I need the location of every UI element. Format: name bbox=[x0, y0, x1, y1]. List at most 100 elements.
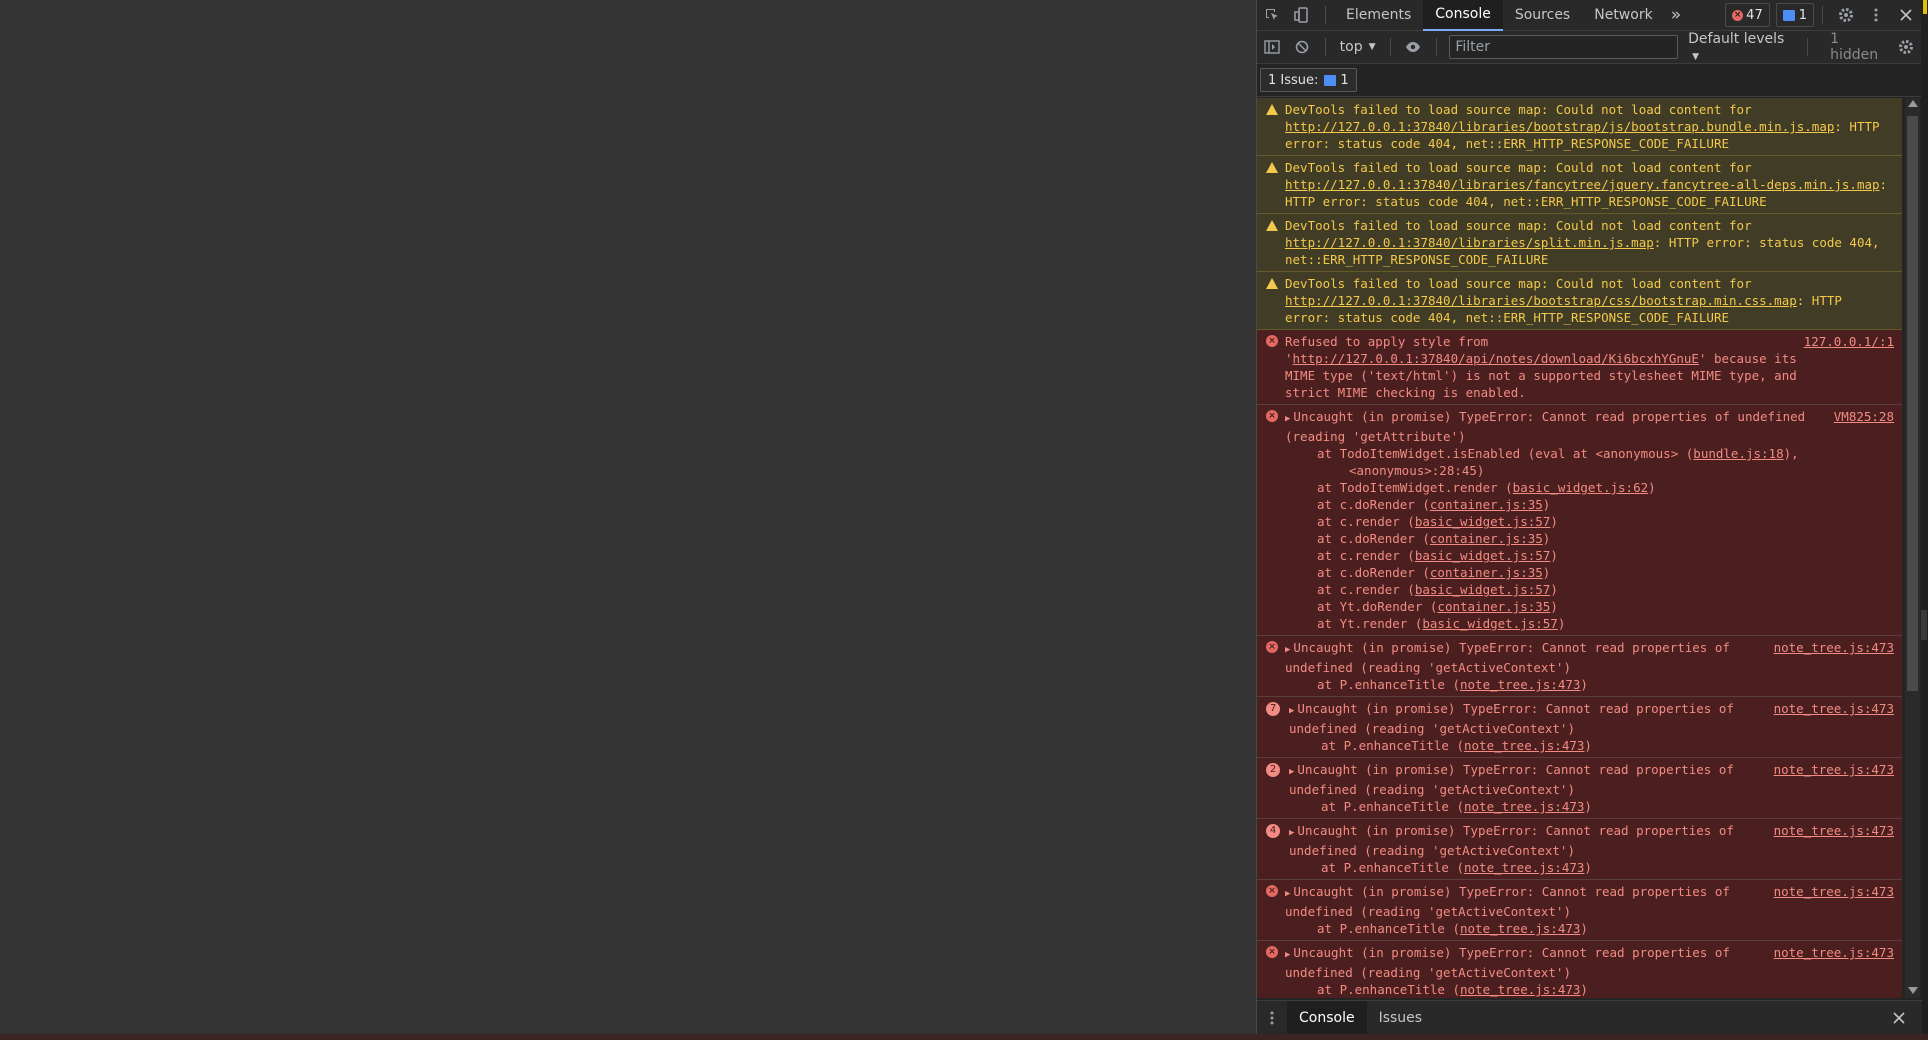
filter-input[interactable]: Filter bbox=[1449, 35, 1679, 59]
drawer-menu-icon[interactable] bbox=[1257, 1003, 1287, 1033]
expand-triangle-icon[interactable]: ▶ bbox=[1285, 645, 1290, 655]
console-message-error: × note_tree.js:473 ▶ Uncaught (in promise) … bbox=[1257, 941, 1902, 998]
expand-triangle-icon[interactable]: ▶ bbox=[1289, 767, 1294, 777]
stack-frame-link[interactable]: basic_widget.js:57 bbox=[1415, 514, 1550, 529]
expand-triangle-icon[interactable]: ▶ bbox=[1289, 828, 1294, 838]
message-link[interactable]: http://127.0.0.1:37840/libraries/bootstr… bbox=[1285, 293, 1797, 308]
clear-console-icon[interactable] bbox=[1287, 32, 1317, 62]
devtools-panel: Elements Console Sources Network » × 47 … bbox=[1256, 0, 1922, 1034]
stack-frame-link[interactable]: note_tree.js:473 bbox=[1464, 860, 1584, 875]
stack-frame-link[interactable]: container.js:35 bbox=[1430, 497, 1543, 512]
message-source-link[interactable]: 127.0.0.1/:1 bbox=[1804, 333, 1894, 350]
console-message-error: 4 note_tree.js:473 ▶ Uncaught (in promise) … bbox=[1257, 819, 1902, 880]
stack-frame-link[interactable]: container.js:35 bbox=[1430, 565, 1543, 580]
inspect-element-icon[interactable] bbox=[1257, 0, 1287, 30]
message-source-link[interactable]: note_tree.js:473 bbox=[1774, 822, 1894, 839]
close-drawer-icon[interactable] bbox=[1884, 1003, 1914, 1033]
drawer-tab-console[interactable]: Console bbox=[1287, 1001, 1367, 1034]
stack-frame-link[interactable]: note_tree.js:473 bbox=[1460, 982, 1580, 997]
scroll-up-arrow-icon[interactable] bbox=[1908, 100, 1918, 107]
message-link[interactable]: http://127.0.0.1:37840/libraries/bootstr… bbox=[1285, 119, 1834, 134]
message-link[interactable]: http://127.0.0.1:37840/api/notes/downloa… bbox=[1293, 351, 1699, 366]
stack-frame: at Yt.render (basic_widget.js:57) bbox=[1285, 615, 1822, 632]
close-devtools-icon[interactable] bbox=[1891, 0, 1921, 30]
stack-frame: at P.enhanceTitle (note_tree.js:473) bbox=[1289, 737, 1786, 754]
expand-triangle-icon[interactable]: ▶ bbox=[1289, 706, 1294, 716]
tree-error-list: × note_tree.js:473 ▶ Uncaught (in promise) … bbox=[1257, 636, 1902, 998]
issue-icon bbox=[1782, 9, 1795, 21]
screen: Elements Console Sources Network » × 47 … bbox=[0, 0, 1928, 1040]
stack-frame-link[interactable]: bundle.js:18 bbox=[1693, 446, 1783, 461]
stack-frame: at c.render (basic_widget.js:57) bbox=[1285, 547, 1822, 564]
console-message-error: 7 note_tree.js:473 ▶ Uncaught (in promise) … bbox=[1257, 697, 1902, 758]
warning-icon bbox=[1266, 277, 1278, 289]
error-count: 47 bbox=[1746, 7, 1763, 23]
hidden-count: 1 hidden bbox=[1830, 31, 1879, 63]
tab-elements[interactable]: Elements bbox=[1334, 0, 1423, 31]
expand-triangle-icon[interactable]: ▶ bbox=[1285, 950, 1290, 960]
stack-frame-link[interactable]: note_tree.js:473 bbox=[1464, 738, 1584, 753]
issue-count-badge[interactable]: 1 bbox=[1775, 3, 1814, 27]
stack-frame-link[interactable]: container.js:35 bbox=[1437, 599, 1550, 614]
message-source-link[interactable]: note_tree.js:473 bbox=[1774, 761, 1894, 778]
console-scrollbar[interactable] bbox=[1905, 98, 1920, 998]
taskbar-strip bbox=[0, 1034, 1928, 1040]
stack-frame-link[interactable]: note_tree.js:473 bbox=[1460, 921, 1580, 936]
scroll-thumb[interactable] bbox=[1907, 116, 1918, 691]
page-viewport[interactable] bbox=[0, 0, 1256, 1034]
message-source-link[interactable]: VM825:28 bbox=[1834, 408, 1894, 425]
message-text: Uncaught (in promise) TypeError: Cannot … bbox=[1289, 701, 1734, 736]
message-link[interactable]: http://127.0.0.1:37840/libraries/fancytr… bbox=[1285, 177, 1880, 192]
message-link[interactable]: http://127.0.0.1:37840/libraries/split.m… bbox=[1285, 235, 1654, 250]
message-source-link[interactable]: note_tree.js:473 bbox=[1774, 700, 1894, 717]
stack-frame: at c.render (basic_widget.js:57) bbox=[1285, 513, 1822, 530]
stack-frame-text: ) bbox=[1550, 582, 1558, 597]
stack-frame: at c.doRender (container.js:35) bbox=[1285, 564, 1822, 581]
error-icon: × bbox=[1266, 410, 1278, 422]
stack-frame: at P.enhanceTitle (note_tree.js:473) bbox=[1285, 981, 1786, 998]
message-text: Uncaught (in promise) TypeError: Cannot … bbox=[1289, 823, 1734, 858]
console-messages[interactable]: DevTools failed to load source map: Coul… bbox=[1257, 98, 1902, 998]
stack-frame-link[interactable]: basic_widget.js:57 bbox=[1415, 582, 1550, 597]
stack-frame-link[interactable]: basic_widget.js:57 bbox=[1422, 616, 1557, 631]
stack-frame: at P.enhanceTitle (note_tree.js:473) bbox=[1289, 798, 1786, 815]
message-source-link[interactable]: note_tree.js:473 bbox=[1774, 883, 1894, 900]
error-count-badge[interactable]: × 47 bbox=[1725, 3, 1770, 27]
expand-triangle-icon[interactable]: ▶ bbox=[1285, 889, 1290, 899]
live-expression-eye-icon[interactable] bbox=[1399, 32, 1429, 62]
error-icon: × bbox=[1266, 885, 1278, 897]
message-text: Uncaught (in promise) TypeError: Cannot … bbox=[1285, 884, 1730, 919]
stack-frame-text: at c.doRender ( bbox=[1317, 565, 1430, 580]
console-message-warning: DevTools failed to load source map: Coul… bbox=[1257, 156, 1902, 214]
tab-console[interactable]: Console bbox=[1423, 0, 1503, 31]
more-tabs-chevron-icon[interactable]: » bbox=[1665, 0, 1687, 31]
stack-frame-text: at P.enhanceTitle ( bbox=[1321, 738, 1464, 753]
tab-sources[interactable]: Sources bbox=[1503, 0, 1582, 31]
log-levels-dropdown[interactable]: Default levels ▼ bbox=[1688, 31, 1799, 63]
stack-frame-link[interactable]: basic_widget.js:62 bbox=[1513, 480, 1648, 495]
message-source-link[interactable]: note_tree.js:473 bbox=[1774, 639, 1894, 656]
stack-frame-text: ) bbox=[1648, 480, 1656, 495]
stack-frame-text: ) bbox=[1584, 799, 1592, 814]
console-toolbar: top ▼ Filter Default levels ▼ 1 hidden bbox=[1257, 31, 1921, 64]
stack-frame-link[interactable]: container.js:35 bbox=[1430, 531, 1543, 546]
message-source-link[interactable]: note_tree.js:473 bbox=[1774, 944, 1894, 961]
issues-button[interactable]: 1 Issue: 1 bbox=[1260, 68, 1357, 92]
context-selector[interactable]: top ▼ bbox=[1334, 39, 1382, 55]
issue-icon bbox=[1324, 74, 1337, 86]
scroll-down-arrow-icon[interactable] bbox=[1908, 987, 1918, 994]
drawer-tab-issues[interactable]: Issues bbox=[1367, 1001, 1435, 1034]
expand-triangle-icon[interactable]: ▶ bbox=[1285, 414, 1290, 424]
kebab-menu-icon[interactable] bbox=[1861, 0, 1891, 30]
repeat-count-badge: 7 bbox=[1266, 702, 1280, 716]
tab-network[interactable]: Network bbox=[1582, 0, 1664, 31]
sidebar-toggle-icon[interactable] bbox=[1257, 32, 1287, 62]
device-toggle-icon[interactable] bbox=[1287, 0, 1317, 30]
stack-frame-text: at P.enhanceTitle ( bbox=[1321, 860, 1464, 875]
settings-gear-icon[interactable] bbox=[1831, 0, 1861, 30]
stack-frame-link[interactable]: note_tree.js:473 bbox=[1460, 677, 1580, 692]
message-text: Uncaught (in promise) TypeError: Cannot … bbox=[1285, 409, 1806, 444]
console-settings-gear-icon[interactable] bbox=[1891, 32, 1921, 62]
stack-frame-link[interactable]: note_tree.js:473 bbox=[1464, 799, 1584, 814]
stack-frame-link[interactable]: basic_widget.js:57 bbox=[1415, 548, 1550, 563]
